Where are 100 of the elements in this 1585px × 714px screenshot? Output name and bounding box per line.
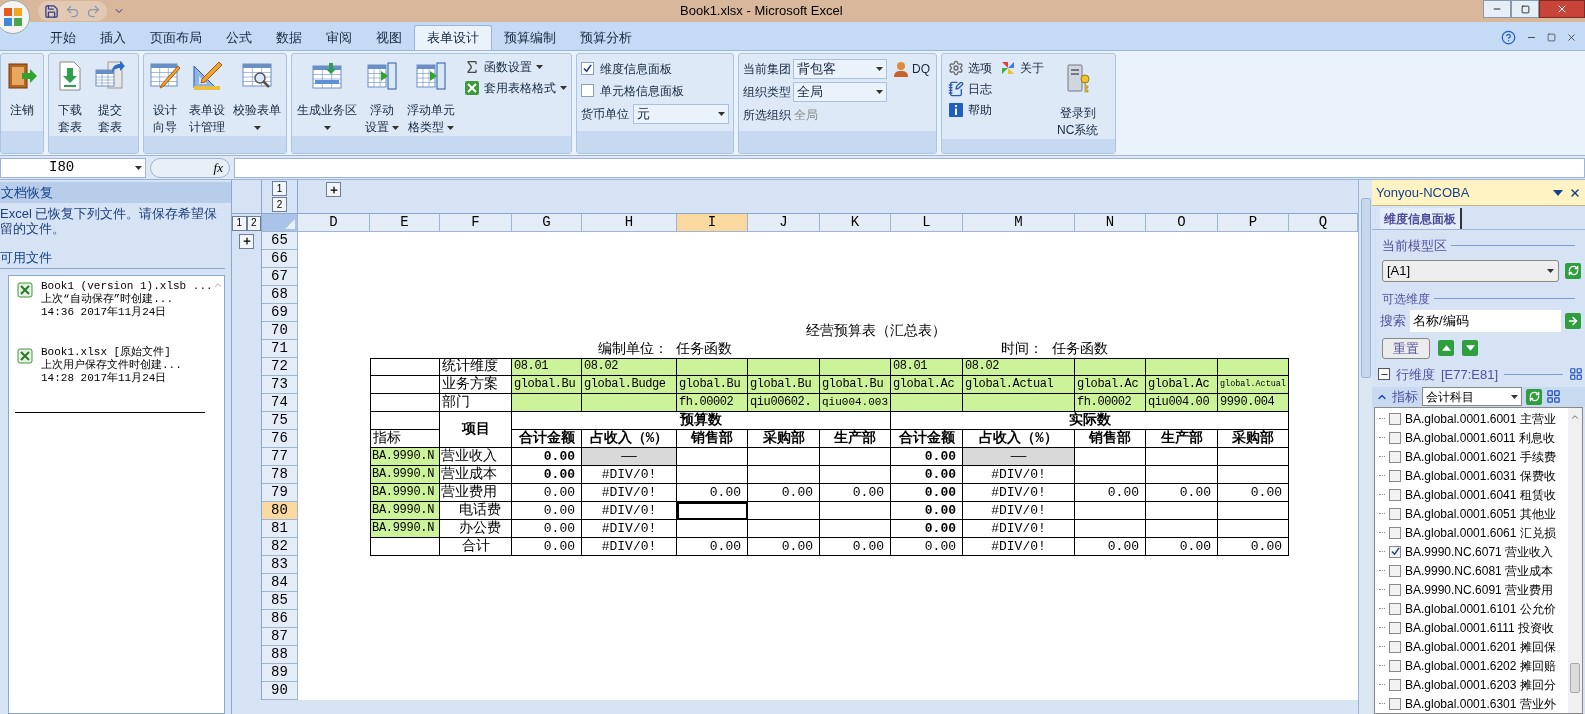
checkbox[interactable] [1389,697,1401,710]
row-header[interactable]: 68 [262,286,298,304]
grid-icon[interactable] [1546,389,1561,405]
row-header[interactable]: 76 [262,430,298,448]
ribbon-small-button[interactable]: 日志 [946,78,994,99]
checkbox[interactable] [1389,545,1401,558]
row-header[interactable]: 78 [262,466,298,484]
dimension-item[interactable]: BA.global.0001.6201 摊回保 [1375,637,1568,657]
checkbox[interactable] [1389,659,1401,672]
dropdown-icon[interactable] [1553,189,1563,196]
column-header[interactable]: K [820,214,891,232]
row-header[interactable]: 72 [262,358,298,376]
checkbox[interactable] [1389,640,1401,653]
user-label[interactable]: DQ [891,58,932,79]
close-button[interactable] [1539,0,1585,18]
column-header[interactable]: Q [1289,214,1358,232]
checkbox[interactable] [1389,431,1401,444]
ribbon-button[interactable]: 浮动单元 格类型 [404,54,458,136]
checkbox[interactable] [1389,413,1401,425]
ribbon-button[interactable]: 生成业务区 [294,54,360,136]
dimension-item[interactable]: BA.9990.NC.6071 营业收入 [1375,542,1568,562]
checkbox[interactable] [581,84,594,97]
row-header[interactable]: 73 [262,376,298,394]
expand-button[interactable] [239,233,254,249]
ribbon-tab[interactable]: 公式 [214,25,264,50]
row-header[interactable]: 70 [262,322,298,340]
row-header[interactable]: 74 [262,394,298,412]
dimension-item[interactable]: BA.global.0001.6031 保费收 [1375,466,1568,486]
dimension-item[interactable]: BA.global.0001.6101 公允价 [1375,599,1568,619]
checkbox[interactable] [1389,621,1401,634]
ribbon-button[interactable]: 登录到 NC系统 [1054,57,1102,139]
ribbon-small-button[interactable]: 套用表格格式 [462,77,569,98]
save-icon[interactable] [44,3,59,19]
row-header[interactable]: 88 [262,646,298,664]
ribbon-tab[interactable]: 预算分析 [568,25,644,50]
checkbox-option[interactable]: 单元格信息面板 [581,80,729,101]
dimension-item[interactable]: BA.global.0001.6061 汇兑损 [1375,523,1568,543]
currency-dropdown[interactable]: 元 [633,104,729,124]
ribbon-tab[interactable]: 插入 [88,25,138,50]
row-header[interactable]: 82 [262,538,298,556]
ribbon-tab[interactable]: 预算编制 [492,25,568,50]
row-header[interactable]: 65 [262,232,298,250]
insert-function-button[interactable]: fx [150,157,230,178]
close-icon[interactable] [1569,186,1581,199]
checkbox[interactable] [1389,507,1401,520]
row-header[interactable]: 80 [262,502,298,520]
outline-level-button[interactable]: 2 [272,197,287,212]
ribbon-button[interactable]: 表单设 计管理 [186,54,228,136]
column-header[interactable]: P [1218,214,1289,232]
dimension-item[interactable]: BA.global.0001.6011 利息收 [1375,428,1568,448]
checkbox[interactable] [1389,488,1401,501]
collapse-button[interactable] [1378,368,1390,381]
expand-button[interactable] [326,182,341,197]
redo-icon[interactable] [86,3,101,19]
row-header[interactable]: 86 [262,610,298,628]
ribbon-button[interactable]: 注销 [3,54,41,119]
column-header[interactable]: M [963,214,1075,232]
close-icon[interactable] [1566,32,1577,43]
dropdown-field[interactable]: 背包客 [793,58,887,79]
panel-tab[interactable]: 维度信息面板 [1380,208,1462,229]
checkbox[interactable] [581,62,594,75]
ribbon-button[interactable]: 校验表单 [230,54,284,136]
reset-button[interactable]: 重置 [1382,337,1430,359]
recovered-file-item[interactable]: Book1.xlsx [原始文件] 上次用户保存文件时创建... 14:28 2017年11月24日 [17,345,213,412]
checkbox[interactable] [1389,450,1401,463]
column-header[interactable]: F [440,214,512,232]
column-header[interactable]: D [298,214,370,232]
column-header[interactable]: O [1146,214,1218,232]
dimension-item[interactable]: BA.global.0001.6203 摊回分 [1375,675,1568,695]
ribbon-tab[interactable]: 审阅 [314,25,364,50]
outline-level-button[interactable]: 1 [232,215,247,231]
column-header[interactable]: E [370,214,440,232]
refresh-button[interactable] [1526,388,1542,405]
move-down-button[interactable] [1462,340,1478,356]
checkbox-option[interactable]: 维度信息面板 [581,58,729,79]
row-header[interactable]: 84 [262,574,298,592]
dimension-item[interactable]: BA.global.0001.6301 营业外 [1375,694,1568,713]
row-header[interactable]: 83 [262,556,298,574]
ribbon-tab[interactable]: 开始 [38,25,88,50]
row-header[interactable]: 81 [262,520,298,538]
ribbon-small-button[interactable]: 函数设置 [462,56,569,77]
ribbon-tab[interactable]: 数据 [264,25,314,50]
row-header[interactable]: 67 [262,268,298,286]
checkbox[interactable] [1389,583,1401,596]
column-header[interactable]: J [748,214,820,232]
row-header[interactable]: 75 [262,412,298,430]
go-button[interactable] [1565,312,1581,329]
select-all-corner[interactable] [262,214,298,232]
column-header[interactable]: I [677,214,748,232]
index-dropdown[interactable]: 会计科目 [1422,387,1522,407]
undo-icon[interactable] [65,3,80,19]
dropdown-field[interactable]: 全局 [793,81,887,102]
refresh-button[interactable] [1565,262,1581,279]
ribbon-button[interactable]: 设计 向导 [146,54,184,136]
row-header[interactable]: 85 [262,592,298,610]
outline-level-button[interactable]: 1 [272,181,287,196]
column-header[interactable]: L [891,214,963,232]
ribbon-small-button[interactable]: 选项 [946,57,994,78]
row-header[interactable]: 69 [262,304,298,322]
minimize-button[interactable] [1483,0,1511,18]
